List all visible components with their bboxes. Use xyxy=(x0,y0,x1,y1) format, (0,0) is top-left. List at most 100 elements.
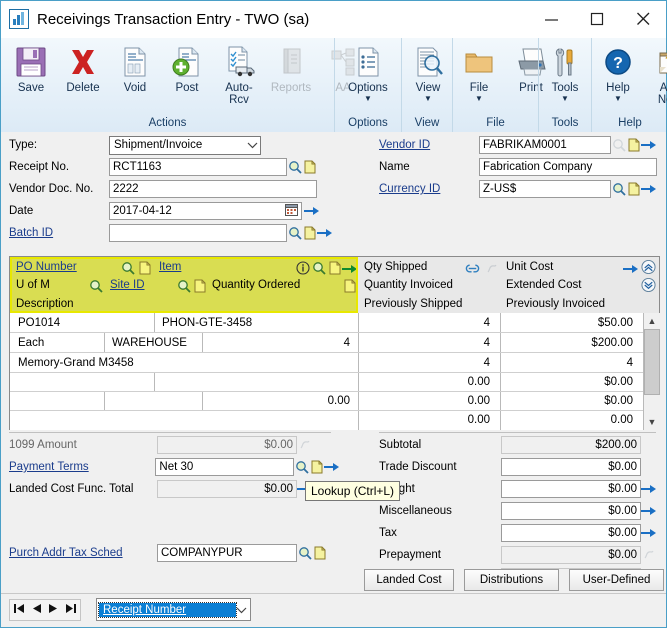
receipt-no-input[interactable]: RCT1163 xyxy=(109,158,287,176)
type-dropdown[interactable]: Shipment/Invoice xyxy=(109,136,261,155)
file-button[interactable]: File ▼ xyxy=(453,42,505,103)
header-po-number[interactable]: PO Number xyxy=(12,258,110,275)
grid-scrollbar[interactable]: ▲ ▼ xyxy=(643,313,660,430)
row-3-cell-1[interactable] xyxy=(158,373,354,391)
options-button[interactable]: Options ▼ xyxy=(335,42,401,103)
payment-terms-expand-arrow-icon[interactable] xyxy=(324,459,339,476)
purch-addr-tax-sched-input[interactable]: COMPANYPUR xyxy=(157,544,297,562)
batch-id-label[interactable]: Batch ID xyxy=(9,227,109,239)
note-icon[interactable] xyxy=(626,181,641,198)
delete-button[interactable]: Delete xyxy=(57,42,109,94)
vendor-id-label[interactable]: Vendor ID xyxy=(379,139,479,151)
row-1-cell-3[interactable]: 4 xyxy=(362,333,494,352)
row-0-cell-1[interactable]: PHON-GTE-3458 xyxy=(158,313,354,332)
lookup-icon[interactable] xyxy=(297,545,312,562)
tools-button[interactable]: Tools ▼ xyxy=(539,42,591,103)
vendor-doc-no-input[interactable]: 2222 xyxy=(109,180,317,198)
row-1-cell-0[interactable]: Each xyxy=(14,333,104,352)
row-2-cell-0[interactable]: Memory-Grand M3458 xyxy=(14,353,354,372)
void-button[interactable]: Void xyxy=(109,42,161,94)
note-icon[interactable] xyxy=(626,137,641,154)
vendor-id-expand-arrow-icon[interactable] xyxy=(641,137,656,154)
row-4-cell-3[interactable]: 0.00 xyxy=(362,392,494,410)
distributions-button[interactable]: Distributions xyxy=(464,569,559,591)
row-3-cell-3[interactable]: 0.00 xyxy=(362,373,494,391)
header-item[interactable]: Item xyxy=(155,258,285,275)
lookup-icon[interactable] xyxy=(611,181,626,198)
total-expand-arrow-icon[interactable] xyxy=(641,481,656,498)
date-expand-arrow-icon[interactable] xyxy=(304,203,319,220)
row-4-cell-4[interactable]: $0.00 xyxy=(504,392,637,410)
first-record-icon[interactable] xyxy=(13,603,25,617)
link-icon[interactable] xyxy=(465,260,480,277)
auto-receive-button[interactable]: Auto-Rcv xyxy=(213,42,265,106)
row-0-cell-0[interactable]: PO1014 xyxy=(14,313,154,332)
save-button[interactable]: Save xyxy=(5,42,57,94)
row-5-cell-4[interactable]: 0.00 xyxy=(504,411,637,429)
next-record-icon[interactable] xyxy=(48,603,58,617)
vendor-id-input[interactable]: FABRIKAM0001 xyxy=(479,136,611,154)
row-2-cell-4[interactable]: 4 xyxy=(504,353,637,372)
row-3-cell-0[interactable] xyxy=(14,373,154,391)
lookup-icon[interactable] xyxy=(294,459,309,476)
lookup-icon[interactable] xyxy=(287,159,302,176)
lookup-icon[interactable] xyxy=(120,259,135,276)
row-2-cell-3[interactable]: 4 xyxy=(362,353,494,372)
total-expand-arrow-icon[interactable] xyxy=(641,525,656,542)
post-button[interactable]: Post xyxy=(161,42,213,94)
lookup-icon[interactable] xyxy=(287,225,302,242)
payment-terms-input[interactable]: Net 30 xyxy=(155,458,294,476)
minimize-icon[interactable] xyxy=(528,1,574,37)
scroll-down-icon[interactable]: ▼ xyxy=(644,414,660,430)
note-icon[interactable] xyxy=(137,259,152,276)
maximize-icon[interactable] xyxy=(574,1,620,37)
scroll-up-double-icon[interactable] xyxy=(641,258,656,275)
lookup-icon[interactable] xyxy=(311,259,326,276)
batch-id-input[interactable] xyxy=(109,224,287,242)
last-record-icon[interactable] xyxy=(65,603,77,617)
calendar-icon[interactable] xyxy=(285,204,298,219)
vendor-name-input[interactable]: Fabrication Company xyxy=(479,158,657,176)
note-icon[interactable] xyxy=(302,159,317,176)
note-icon[interactable] xyxy=(302,225,317,242)
payment-terms-label[interactable]: Payment Terms xyxy=(9,461,155,473)
note-icon[interactable] xyxy=(342,277,357,294)
note-icon[interactable] xyxy=(312,545,327,562)
scrollbar-thumb[interactable] xyxy=(644,329,660,395)
currency-id-label[interactable]: Currency ID xyxy=(379,183,479,195)
lookup-icon[interactable] xyxy=(88,277,103,294)
currency-id-expand-arrow-icon[interactable] xyxy=(641,181,656,198)
total-value-box[interactable]: $0.00 xyxy=(501,502,641,520)
row-4-cell-1[interactable] xyxy=(108,392,202,410)
info-icon[interactable] xyxy=(295,259,310,276)
row-3-cell-4[interactable]: $0.00 xyxy=(504,373,637,391)
item-expand-arrow-icon[interactable] xyxy=(342,260,357,277)
row-1-cell-2[interactable]: 4 xyxy=(206,333,354,352)
help-button[interactable]: ? Help ▼ xyxy=(592,42,644,103)
view-button[interactable]: View ▼ xyxy=(402,42,454,103)
scroll-up-icon[interactable]: ▲ xyxy=(644,313,660,329)
total-value-box[interactable]: $0.00 xyxy=(501,524,641,542)
row-4-cell-2[interactable]: 0.00 xyxy=(206,392,354,410)
lookup-icon[interactable] xyxy=(176,277,191,294)
add-note-button[interactable]: Add Note xyxy=(644,42,667,106)
row-1-cell-1[interactable]: WAREHOUSE xyxy=(108,333,202,352)
unit-cost-expand-arrow-icon[interactable] xyxy=(623,260,638,277)
header-site-id[interactable]: Site ID xyxy=(106,276,176,293)
note-icon[interactable] xyxy=(309,459,324,476)
landed-cost-button[interactable]: Landed Cost xyxy=(364,569,454,591)
row-0-cell-4[interactable]: $50.00 xyxy=(504,313,637,332)
close-icon[interactable] xyxy=(620,1,666,37)
row-5-cell-0[interactable] xyxy=(14,411,354,429)
total-value-box[interactable]: $0.00 xyxy=(501,480,641,498)
previous-record-icon[interactable] xyxy=(32,603,42,617)
note-icon[interactable] xyxy=(192,277,207,294)
batch-id-expand-arrow-icon[interactable] xyxy=(317,225,332,242)
total-expand-arrow-icon[interactable] xyxy=(641,503,656,520)
note-icon[interactable] xyxy=(327,259,342,276)
browse-by-dropdown[interactable]: Receipt Number xyxy=(96,598,251,621)
scroll-down-double-icon[interactable] xyxy=(641,276,656,293)
row-5-cell-3[interactable]: 0.00 xyxy=(362,411,494,429)
total-value-box[interactable]: $0.00 xyxy=(501,458,641,476)
purch-addr-tax-sched-label[interactable]: Purch Addr Tax Sched xyxy=(9,547,157,559)
